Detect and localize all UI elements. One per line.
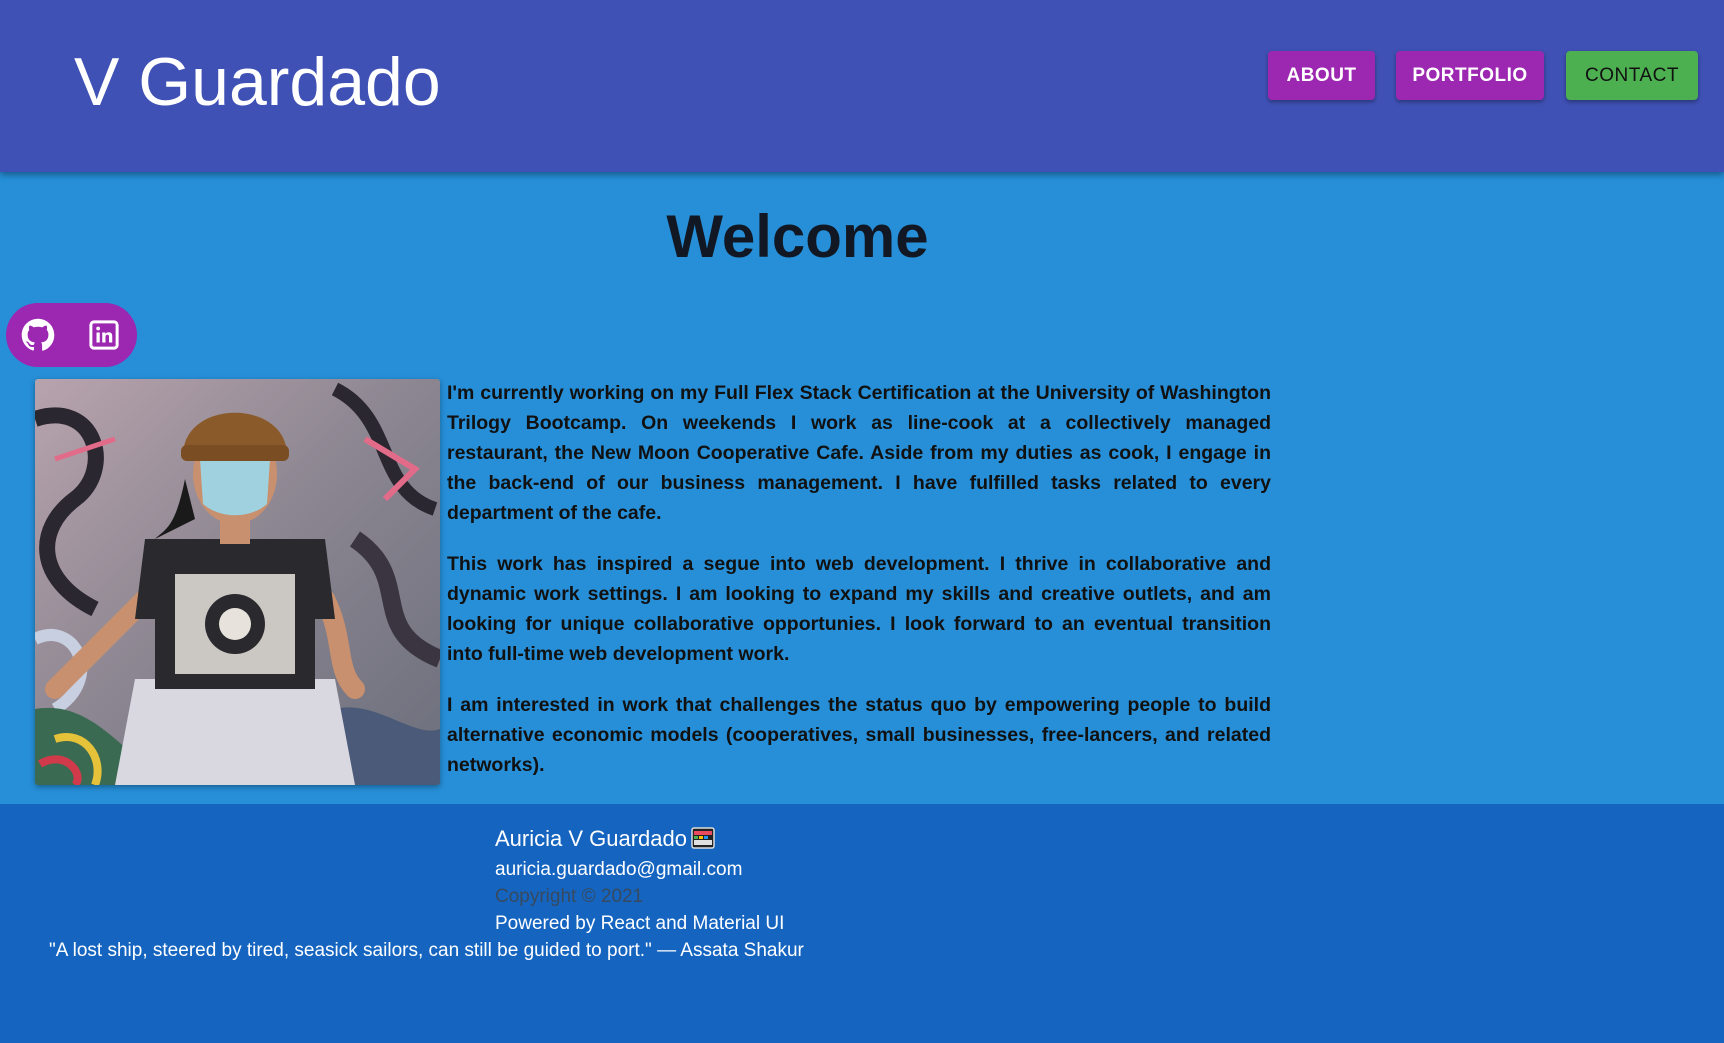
- social-links: [6, 303, 137, 367]
- powered-by-text: Powered by React and Material UI: [495, 913, 785, 934]
- footer-name: Auricia V Guardado: [495, 826, 715, 852]
- copyright-text: Copyright © 2021: [495, 886, 644, 907]
- bio-paragraph: I am interested in work that challenges …: [447, 694, 1271, 776]
- bio-paragraph: I'm currently working on my Full Flex St…: [447, 382, 1271, 524]
- app-bar: V Guardado ABOUT PORTFOLIO CONTACT: [0, 0, 1724, 172]
- bio-paragraph: This work has inspired a segue into web …: [447, 553, 1271, 665]
- profile-photo: [35, 379, 440, 785]
- main-section: Welcome I'm currently working on my Full…: [0, 172, 1724, 804]
- footer-email[interactable]: auricia.guardado@gmail.com: [495, 859, 742, 881]
- site-title: V Guardado: [74, 44, 441, 120]
- linkedin-icon[interactable]: [84, 315, 124, 355]
- contact-button[interactable]: CONTACT: [1566, 51, 1698, 100]
- footer-quote: "A lost ship, steered by tired, seasick …: [49, 940, 804, 961]
- portfolio-button[interactable]: PORTFOLIO: [1396, 51, 1544, 100]
- computer-icon: [691, 827, 715, 849]
- github-icon[interactable]: [18, 315, 58, 355]
- about-button[interactable]: ABOUT: [1268, 51, 1375, 100]
- bio-text: I'm currently working on my Full Flex St…: [447, 378, 1271, 801]
- page-heading: Welcome: [666, 203, 929, 270]
- footer-name-text: Auricia V Guardado: [495, 826, 687, 851]
